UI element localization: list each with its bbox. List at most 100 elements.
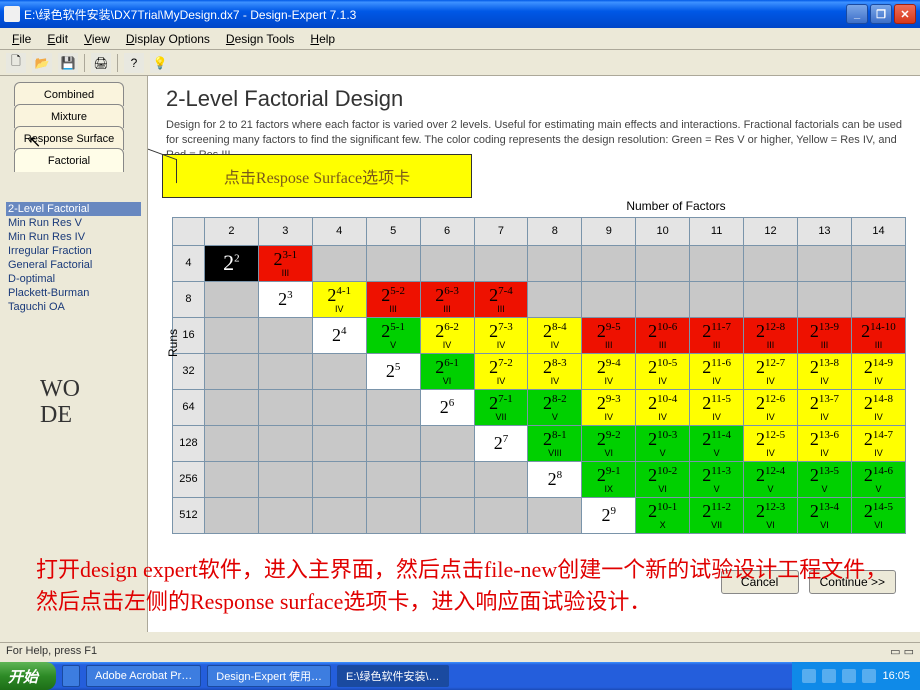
- design-cell[interactable]: 214-5VI: [851, 497, 905, 533]
- design-cell[interactable]: 211-7III: [690, 317, 744, 353]
- new-icon[interactable]: 🗋: [6, 53, 26, 73]
- design-cell[interactable]: 213-6IV: [797, 425, 851, 461]
- tree-item[interactable]: D-optimal: [6, 272, 141, 286]
- design-cell[interactable]: 212-5IV: [744, 425, 798, 461]
- design-cell[interactable]: 22: [204, 245, 258, 281]
- taskbar-item[interactable]: [62, 665, 80, 687]
- design-cell[interactable]: 212-7IV: [744, 353, 798, 389]
- design-cell[interactable]: 210-6III: [636, 317, 690, 353]
- design-cell[interactable]: 29-1IX: [582, 461, 636, 497]
- design-tree: 2-Level FactorialMin Run Res VMin Run Re…: [0, 198, 147, 318]
- save-icon[interactable]: 💾: [58, 53, 78, 73]
- minimize-button[interactable]: _: [846, 4, 868, 24]
- design-cell[interactable]: 214-9IV: [851, 353, 905, 389]
- tips-icon[interactable]: 💡: [150, 53, 170, 73]
- design-cell[interactable]: 213-9III: [797, 317, 851, 353]
- menu-file[interactable]: File: [4, 30, 39, 48]
- tray-icon[interactable]: [822, 669, 836, 683]
- factorial-grid: 23456789101112131442223-1III82324-1IV25-…: [172, 217, 906, 534]
- tray-icon[interactable]: [862, 669, 876, 683]
- design-cell[interactable]: 213-4VI: [797, 497, 851, 533]
- design-cell[interactable]: 212-6IV: [744, 389, 798, 425]
- design-cell[interactable]: 23-1III: [258, 245, 312, 281]
- design-cell[interactable]: 212-8III: [744, 317, 798, 353]
- tray-icon[interactable]: [842, 669, 856, 683]
- tab-mixture[interactable]: Mixture: [14, 104, 124, 128]
- design-cell[interactable]: 213-5V: [797, 461, 851, 497]
- design-cell[interactable]: 211-5IV: [690, 389, 744, 425]
- design-cell[interactable]: 26-2IV: [420, 317, 474, 353]
- design-cell[interactable]: 28-4IV: [528, 317, 582, 353]
- tree-item[interactable]: Min Run Res V: [6, 216, 141, 230]
- design-cell[interactable]: 25-1V: [366, 317, 420, 353]
- design-cell[interactable]: 213-7IV: [797, 389, 851, 425]
- design-cell: [366, 245, 420, 281]
- design-cell[interactable]: 210-2VI: [636, 461, 690, 497]
- design-cell[interactable]: 211-3V: [690, 461, 744, 497]
- design-cell[interactable]: 211-2VII: [690, 497, 744, 533]
- design-cell[interactable]: 214-6V: [851, 461, 905, 497]
- taskbar-item[interactable]: Adobe Acrobat Pr…: [86, 665, 201, 687]
- help-icon[interactable]: ?: [124, 53, 144, 73]
- close-button[interactable]: ✕: [894, 4, 916, 24]
- taskbar-item-active[interactable]: E:\绿色软件安装\…: [337, 665, 449, 687]
- design-cell[interactable]: 28-2V: [528, 389, 582, 425]
- design-cell[interactable]: 24-1IV: [312, 281, 366, 317]
- design-cell: [204, 461, 258, 497]
- tree-item[interactable]: Irregular Fraction: [6, 244, 141, 258]
- design-cell[interactable]: 25: [366, 353, 420, 389]
- design-cell[interactable]: 23: [258, 281, 312, 317]
- design-cell[interactable]: 28-1VIII: [528, 425, 582, 461]
- start-button[interactable]: 开始: [0, 662, 56, 690]
- design-cell[interactable]: 27-3IV: [474, 317, 528, 353]
- design-cell[interactable]: 212-4V: [744, 461, 798, 497]
- tab-combined[interactable]: Combined: [14, 82, 124, 106]
- print-icon[interactable]: 🖨: [91, 53, 111, 73]
- design-cell[interactable]: 210-4IV: [636, 389, 690, 425]
- design-cell[interactable]: 27: [474, 425, 528, 461]
- design-cell[interactable]: 214-8IV: [851, 389, 905, 425]
- tray-icon[interactable]: [802, 669, 816, 683]
- design-cell[interactable]: 211-4V: [690, 425, 744, 461]
- tree-item[interactable]: General Factorial: [6, 258, 141, 272]
- taskbar-item[interactable]: Design-Expert 使用…: [207, 665, 331, 687]
- design-cell[interactable]: 29-2VI: [582, 425, 636, 461]
- design-cell[interactable]: 213-8IV: [797, 353, 851, 389]
- open-icon[interactable]: 📂: [32, 53, 52, 73]
- menu-design-tools[interactable]: Design Tools: [218, 30, 303, 48]
- taskbar: 开始 Adobe Acrobat Pr… Design-Expert 使用… E…: [0, 662, 920, 690]
- tree-item[interactable]: Plackett-Burman: [6, 286, 141, 300]
- menu-view[interactable]: View: [76, 30, 118, 48]
- tree-item[interactable]: Min Run Res IV: [6, 230, 141, 244]
- menu-display-options[interactable]: Display Options: [118, 30, 218, 48]
- design-cell[interactable]: 214-7IV: [851, 425, 905, 461]
- design-cell[interactable]: 29: [582, 497, 636, 533]
- design-cell[interactable]: 29-3IV: [582, 389, 636, 425]
- design-cell[interactable]: 27-1VII: [474, 389, 528, 425]
- factor-header: 4: [312, 217, 366, 245]
- menu-edit[interactable]: Edit: [39, 30, 76, 48]
- runs-header: 32: [173, 353, 205, 389]
- design-cell[interactable]: 26-1VI: [420, 353, 474, 389]
- design-cell[interactable]: 29-5III: [582, 317, 636, 353]
- design-cell[interactable]: 27-4III: [474, 281, 528, 317]
- design-cell[interactable]: 210-3V: [636, 425, 690, 461]
- design-cell: [366, 497, 420, 533]
- design-cell[interactable]: 210-1X: [636, 497, 690, 533]
- maximize-button[interactable]: ❐: [870, 4, 892, 24]
- design-cell[interactable]: 29-4IV: [582, 353, 636, 389]
- design-cell[interactable]: 26-3III: [420, 281, 474, 317]
- menu-help[interactable]: Help: [302, 30, 343, 48]
- design-cell[interactable]: 26: [420, 389, 474, 425]
- design-cell[interactable]: 24: [312, 317, 366, 353]
- design-cell[interactable]: 28-3IV: [528, 353, 582, 389]
- design-cell[interactable]: 211-6IV: [690, 353, 744, 389]
- design-cell[interactable]: 210-5IV: [636, 353, 690, 389]
- design-cell[interactable]: 25-2III: [366, 281, 420, 317]
- design-cell[interactable]: 28: [528, 461, 582, 497]
- design-cell[interactable]: 212-3VI: [744, 497, 798, 533]
- design-cell[interactable]: 27-2IV: [474, 353, 528, 389]
- design-cell[interactable]: 214-10III: [851, 317, 905, 353]
- tree-item[interactable]: 2-Level Factorial: [6, 202, 141, 216]
- tree-item[interactable]: Taguchi OA: [6, 300, 141, 314]
